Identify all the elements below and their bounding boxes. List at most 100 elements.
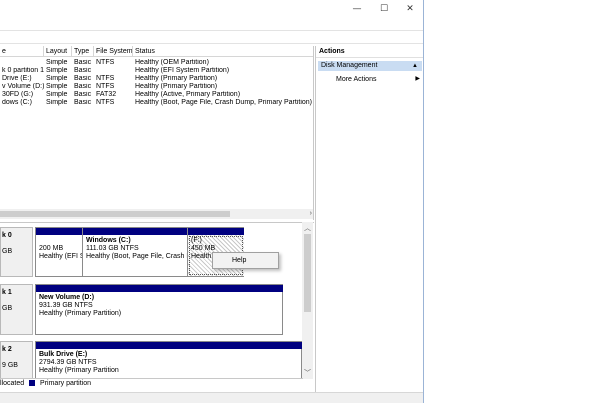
- partition-size: 931.39 GB NTFS: [39, 302, 93, 309]
- disk-label[interactable]: k 2 9 GB: [0, 341, 33, 381]
- partition-size: 2794.39 GB NTFS: [39, 359, 97, 366]
- partition-size: 111.03 GB NTFS: [86, 245, 139, 252]
- title-bar: — ☐ ✕: [0, 0, 423, 18]
- partition-bar: [83, 228, 187, 235]
- scroll-right-icon[interactable]: ›: [310, 209, 312, 219]
- column-header-layout[interactable]: Layout: [44, 46, 72, 57]
- actions-section-disk-management[interactable]: Disk Management ▲: [318, 61, 422, 71]
- type-cell: Basic: [74, 67, 92, 74]
- fs-cell: NTFS: [96, 75, 115, 82]
- status-cell: Healthy (Active, Primary Partition): [135, 91, 241, 98]
- table-row[interactable]: v Volume (D:) Simple Basic NTFS Healthy …: [0, 83, 313, 91]
- type-cell: Basic: [74, 75, 92, 82]
- actions-header: Actions: [316, 46, 423, 58]
- layout-cell: Simple: [46, 75, 68, 82]
- minimize-button[interactable]: —: [345, 2, 369, 16]
- more-actions-item[interactable]: More Actions ▶: [336, 75, 420, 84]
- type-cell: Basic: [74, 83, 92, 90]
- fs-cell: NTFS: [96, 99, 115, 106]
- scroll-down-icon[interactable]: ﹀: [302, 368, 313, 378]
- disk-partitions: Bulk Drive (E:) 2794.39 GB NTFS Healthy …: [35, 341, 302, 381]
- disk-partitions: New Volume (D:) 931.39 GB NTFS Healthy (…: [35, 284, 283, 335]
- disk-size: 9 GB: [2, 362, 18, 369]
- status-cell: Healthy (EFI System Partition): [135, 67, 230, 74]
- vertical-scrollbar[interactable]: ︿ ﹀: [302, 222, 313, 379]
- partition-bar: [36, 285, 283, 292]
- legend-primary-swatch: [29, 380, 36, 386]
- type-cell: Basic: [74, 99, 92, 106]
- more-actions-label: More Actions: [336, 76, 377, 83]
- close-button[interactable]: ✕: [398, 2, 422, 16]
- legend-unallocated-label: llocated: [0, 380, 25, 387]
- legend: llocated Primary partition: [0, 378, 303, 388]
- maximize-button[interactable]: ☐: [372, 2, 396, 16]
- volume-cell: dows (C:): [2, 99, 32, 106]
- column-header-type[interactable]: Type: [72, 46, 94, 57]
- table-row[interactable]: Drive (E:) Simple Basic NTFS Healthy (Pr…: [0, 75, 313, 83]
- disk-name: k 2: [2, 346, 12, 353]
- partition-size: 200 MB: [39, 245, 64, 252]
- volume-cell: 30FD (G:): [2, 91, 34, 98]
- table-row[interactable]: k 0 partition 1) Simple Basic Healthy (E…: [0, 67, 313, 75]
- type-cell: Basic: [74, 91, 92, 98]
- partition-status: Healthy (Primary Partition): [39, 310, 122, 317]
- partition-efi[interactable]: 200 MB Healthy (EFI S: [36, 228, 83, 276]
- layout-cell: Simple: [46, 59, 68, 66]
- volume-cell: v Volume (D:): [2, 83, 44, 90]
- disk-size: GB: [2, 305, 13, 312]
- disk-map-pane: k 0 GB 200 MB Healthy (EFI S Windows (C:…: [0, 222, 314, 392]
- partition-status: Healthy (Boot, Page File, Crash D: [86, 253, 187, 260]
- partition-status: Healthy (Primary Partition: [39, 367, 119, 374]
- partition-title: Windows (C:): [86, 237, 131, 244]
- scrollbar-thumb[interactable]: [0, 211, 230, 217]
- disk-size: GB: [2, 248, 13, 255]
- status-cell: Healthy (Primary Partition): [135, 83, 218, 90]
- layout-cell: Simple: [46, 99, 68, 106]
- fs-cell: NTFS: [96, 59, 115, 66]
- layout-cell: Simple: [46, 91, 68, 98]
- scroll-up-icon[interactable]: ︿: [302, 223, 313, 233]
- layout-cell: Simple: [46, 83, 68, 90]
- disk-management-window: — ☐ ✕ e Layout Type File System Status S…: [0, 0, 424, 403]
- volume-list: e Layout Type File System Status Simple …: [0, 46, 314, 220]
- partition-title: New Volume (D:): [39, 294, 95, 301]
- submenu-arrow-icon: ▶: [415, 76, 420, 82]
- partition-new-volume[interactable]: New Volume (D:) 931.39 GB NTFS Healthy (…: [36, 285, 283, 334]
- partition-bulk-drive[interactable]: Bulk Drive (E:) 2794.39 GB NTFS Healthy …: [36, 342, 302, 381]
- table-row[interactable]: 30FD (G:) Simple Basic FAT32 Healthy (Ac…: [0, 91, 313, 99]
- status-cell: Healthy (Primary Partition): [135, 75, 218, 82]
- partition-windows[interactable]: Windows (C:) 111.03 GB NTFS Healthy (Boo…: [83, 228, 188, 276]
- disk-label[interactable]: k 0 GB: [0, 227, 33, 277]
- disk-name: k 0: [2, 232, 12, 239]
- fs-cell: NTFS: [96, 83, 115, 90]
- legend-primary-label: Primary partition: [40, 380, 92, 387]
- column-header-volume[interactable]: e: [0, 46, 44, 57]
- status-cell: Healthy (OEM Partition): [135, 59, 209, 66]
- partition-status: Healthy (EFI S: [39, 253, 82, 260]
- actions-pane: Actions Disk Management ▲ More Actions ▶: [315, 46, 423, 392]
- horizontal-scrollbar[interactable]: ›: [0, 209, 313, 219]
- column-header-status[interactable]: Status: [133, 46, 313, 57]
- context-menu: Help: [212, 252, 279, 269]
- scrollbar-thumb[interactable]: [304, 234, 311, 312]
- table-row[interactable]: Simple Basic NTFS Healthy (OEM Partition…: [0, 59, 313, 67]
- fs-cell: FAT32: [96, 91, 117, 98]
- disk-name: k 1: [2, 289, 12, 296]
- partition-title: Bulk Drive (E:): [39, 351, 88, 358]
- partition-bar: [36, 342, 302, 349]
- partition-bar: [36, 228, 82, 235]
- volume-cell: k 0 partition 1): [2, 67, 44, 74]
- layout-cell: Simple: [46, 67, 68, 74]
- context-menu-help[interactable]: Help: [232, 257, 246, 264]
- actions-section-label: Disk Management: [321, 62, 378, 69]
- status-bar: [0, 392, 423, 403]
- volume-cell: Drive (E:): [2, 75, 32, 82]
- partition-bar: [188, 228, 244, 235]
- type-cell: Basic: [74, 59, 92, 66]
- column-header-file-system[interactable]: File System: [94, 46, 133, 57]
- table-row[interactable]: dows (C:) Simple Basic NTFS Healthy (Boo…: [0, 99, 313, 107]
- collapse-caret-icon[interactable]: ▲: [412, 61, 418, 71]
- status-cell: Healthy (Boot, Page File, Crash Dump, Pr…: [135, 99, 313, 106]
- toolbar: [0, 30, 423, 44]
- disk-label[interactable]: k 1 GB: [0, 284, 33, 335]
